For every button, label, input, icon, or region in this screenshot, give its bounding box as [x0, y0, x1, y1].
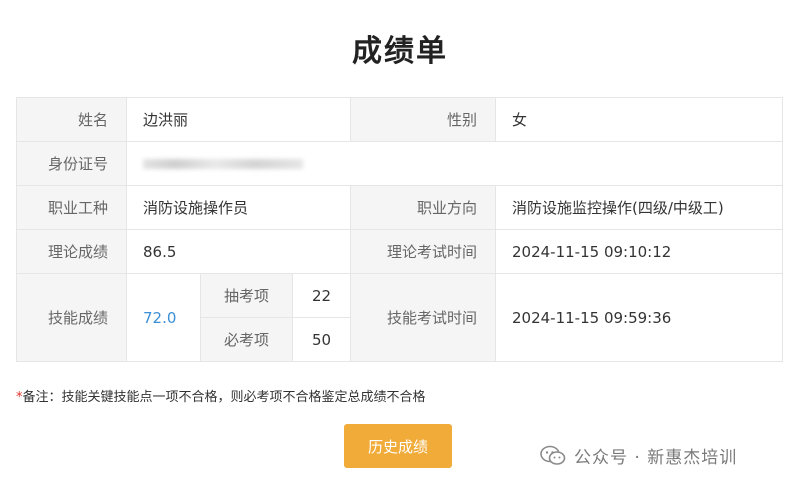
trade-label: 职业工种 — [16, 185, 127, 230]
score-report-page: 成绩单 姓名 边洪丽 性别 女 身份证号 职业工种 消防设施操作员 职业方向 消… — [0, 0, 800, 486]
name-value: 边洪丽 — [126, 97, 351, 142]
skill-score-link[interactable]: 72.0 — [126, 273, 201, 362]
sample-item-label: 抽考项 — [200, 273, 293, 318]
skill-time-label: 技能考试时间 — [350, 273, 496, 362]
watermark: 公众号 · 新惠杰培训 — [540, 443, 737, 468]
required-item-label: 必考项 — [200, 317, 293, 362]
theory-score-label: 理论成绩 — [16, 229, 127, 274]
watermark-text: 公众号 · 新惠杰培训 — [574, 448, 738, 468]
table-row: 技能成绩 72.0 抽考项 22 技能考试时间 2024-11-15 09:59… — [16, 273, 783, 362]
theory-time-value: 2024-11-15 09:10:12 — [495, 229, 783, 274]
id-number-value — [126, 141, 783, 186]
direction-value: 消防设施监控操作(四级/中级工) — [495, 185, 783, 230]
table-row: 身份证号 — [16, 141, 783, 186]
required-item-value: 50 — [292, 317, 351, 362]
table-row: 姓名 边洪丽 性别 女 — [16, 97, 783, 142]
gender-label: 性别 — [350, 97, 496, 142]
id-number-label: 身份证号 — [16, 141, 127, 186]
table-row: 理论成绩 86.5 理论考试时间 2024-11-15 09:10:12 — [16, 229, 783, 274]
history-scores-button[interactable]: 历史成绩 — [344, 424, 452, 468]
skill-score-label: 技能成绩 — [16, 273, 127, 362]
score-table: 姓名 边洪丽 性别 女 身份证号 职业工种 消防设施操作员 职业方向 消防设施监… — [16, 97, 783, 362]
theory-time-label: 理论考试时间 — [350, 229, 496, 274]
theory-score-value: 86.5 — [126, 229, 351, 274]
page-title: 成绩单 — [352, 34, 448, 69]
trade-value: 消防设施操作员 — [126, 185, 351, 230]
remark-text: 备注：技能关键技能点一项不合格，则必考项不合格鉴定总成绩不合格 — [22, 390, 426, 405]
remark-note: *备注：技能关键技能点一项不合格，则必考项不合格鉴定总成绩不合格 — [16, 386, 426, 405]
sample-item-value: 22 — [292, 273, 351, 318]
skill-time-value: 2024-11-15 09:59:36 — [495, 273, 783, 362]
redacted-id-blur — [143, 159, 303, 169]
gender-value: 女 — [495, 97, 783, 142]
name-label: 姓名 — [16, 97, 127, 142]
wechat-icon — [540, 445, 566, 465]
direction-label: 职业方向 — [350, 185, 496, 230]
table-row: 职业工种 消防设施操作员 职业方向 消防设施监控操作(四级/中级工) — [16, 185, 783, 230]
